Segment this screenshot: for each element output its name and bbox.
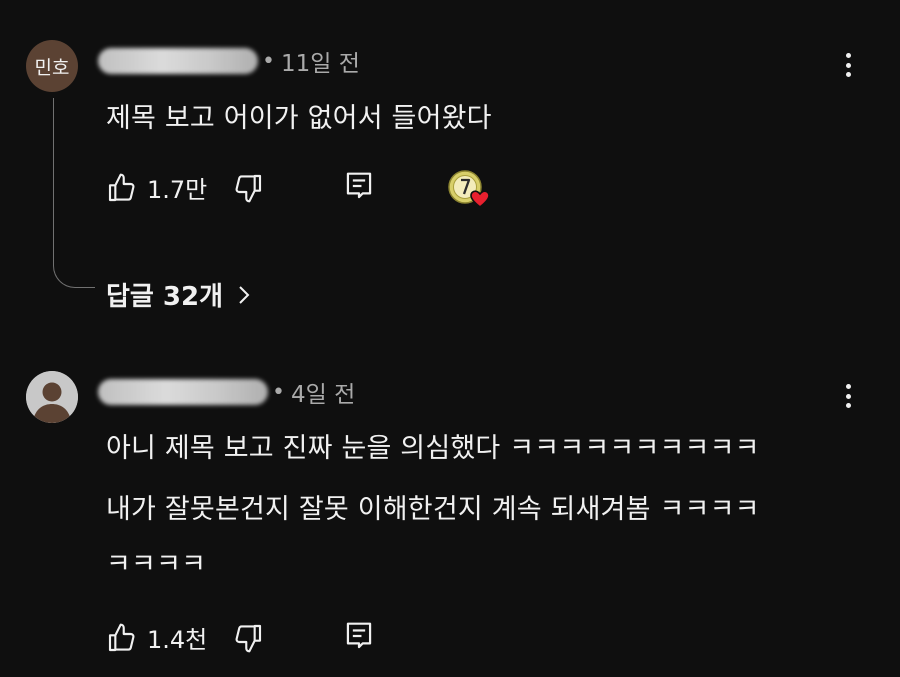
default-avatar-icon — [26, 371, 78, 423]
redacted-username[interactable] — [98, 48, 258, 74]
more-vert-icon[interactable] — [836, 50, 860, 80]
replies-label: 답글 32개 — [106, 282, 223, 312]
author-avatar[interactable]: 민호 — [26, 40, 78, 92]
comment-timestamp[interactable]: 11일 전 — [281, 44, 360, 78]
creator-heart-icon — [448, 170, 490, 210]
avatar-initials: 민호 — [34, 56, 70, 79]
comments-section: 민호 • 11일 전 제목 보고 어이가 없어서 들어왔다 1.7만 답글 32… — [0, 0, 900, 677]
redacted-username[interactable] — [98, 379, 268, 405]
separator-dot: • — [272, 379, 285, 405]
dislike-button[interactable] — [232, 622, 264, 654]
like-button[interactable]: 1.7만 — [106, 170, 207, 205]
dislike-button[interactable] — [232, 172, 264, 204]
separator-dot: • — [262, 48, 275, 74]
reply-button[interactable] — [344, 170, 374, 202]
reply-button[interactable] — [344, 620, 374, 652]
dislike-icon — [235, 174, 262, 203]
reply-icon — [346, 172, 372, 199]
more-vert-icon[interactable] — [836, 381, 860, 411]
chevron-right-icon — [239, 285, 250, 304]
comment-text-line-1: 아니 제목 보고 진짜 눈을 의심했다 ㅋㅋㅋㅋㅋㅋㅋㅋㅋㅋ — [106, 433, 760, 464]
like-count: 1.7만 — [147, 176, 208, 204]
like-count: 1.4천 — [147, 626, 208, 654]
comment-text-line-2: 내가 잘못본건지 잘못 이해한건지 계속 되새겨봄 ㅋㅋㅋㅋ — [106, 494, 760, 525]
view-replies-button[interactable]: 답글 32개 — [106, 276, 251, 313]
comment-meta: • 11일 전 — [98, 44, 360, 78]
comment-timestamp[interactable]: 4일 전 — [291, 375, 355, 409]
comment-text: 제목 보고 어이가 없어서 들어왔다 — [106, 103, 492, 134]
like-icon — [108, 173, 135, 201]
like-button[interactable]: 1.4천 — [106, 620, 207, 655]
reply-icon — [346, 622, 372, 649]
dislike-icon — [235, 624, 262, 653]
thread-line — [53, 98, 95, 288]
like-icon — [108, 623, 135, 651]
comment-meta: • 4일 전 — [98, 375, 355, 409]
author-avatar[interactable] — [26, 371, 78, 423]
comment-text-line-3: ㅋㅋㅋㅋ — [106, 549, 207, 580]
